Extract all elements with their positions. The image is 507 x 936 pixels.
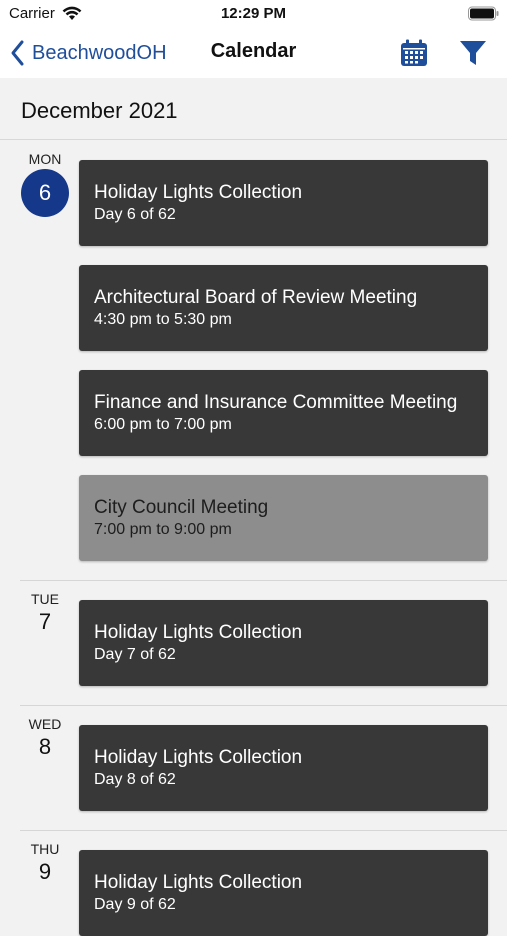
status-time: 12:29 PM	[220, 5, 287, 22]
day-weekday: TUE	[31, 591, 59, 607]
back-label: BeachwoodOH	[32, 41, 167, 64]
day-weekday: MON	[28, 151, 62, 167]
day-label: THU 9	[20, 841, 70, 885]
chevron-left-icon	[11, 40, 24, 66]
event-subtitle: 6:00 pm to 7:00 pm	[94, 416, 232, 433]
month-header: December 2021	[0, 78, 507, 140]
event-card[interactable]: Finance and Insurance Committee Meeting …	[79, 370, 488, 456]
event-title: Holiday Lights Collection	[94, 747, 303, 768]
battery-icon	[468, 6, 499, 21]
day-label: MON 6	[20, 151, 70, 217]
event-title: Holiday Lights Collection	[94, 872, 303, 893]
navigation-bar: BeachwoodOH Calendar	[0, 28, 507, 78]
event-card[interactable]: Holiday Lights Collection Day 9 of 62	[79, 850, 488, 936]
event-title: Architectural Board of Review Meeting	[94, 287, 418, 308]
status-bar: Carrier 12:29 PM	[0, 0, 507, 28]
event-subtitle: 7:00 pm to 9:00 pm	[94, 521, 232, 538]
event-card[interactable]: Holiday Lights Collection Day 7 of 62	[79, 600, 488, 686]
event-title: City Council Meeting	[94, 497, 269, 518]
day-number: 8	[38, 734, 52, 759]
event-card[interactable]: Holiday Lights Collection Day 8 of 62	[79, 725, 488, 811]
calendar-icon[interactable]	[399, 38, 429, 68]
event-card[interactable]: Holiday Lights Collection Day 6 of 62	[79, 160, 488, 246]
day-divider	[20, 705, 507, 706]
day-number-selected: 6	[21, 169, 69, 217]
event-subtitle: 4:30 pm to 5:30 pm	[94, 311, 232, 328]
day-number: 7	[38, 609, 52, 634]
day-number: 9	[38, 859, 52, 884]
event-subtitle: Day 7 of 62	[94, 646, 176, 663]
day-label: TUE 7	[20, 591, 70, 635]
event-title: Holiday Lights Collection	[94, 182, 303, 203]
event-subtitle: Day 8 of 62	[94, 771, 176, 788]
event-title: Holiday Lights Collection	[94, 622, 303, 643]
event-subtitle: Day 9 of 62	[94, 896, 176, 913]
day-divider	[20, 830, 507, 831]
event-card[interactable]: Architectural Board of Review Meeting 4:…	[79, 265, 488, 351]
day-label: WED 8	[20, 716, 70, 760]
month-title: December 2021	[21, 98, 178, 123]
day-weekday: THU	[30, 841, 60, 857]
day-divider	[20, 580, 507, 581]
back-button[interactable]: BeachwoodOH	[8, 36, 167, 70]
event-subtitle: Day 6 of 62	[94, 206, 176, 223]
event-title: Finance and Insurance Committee Meeting	[94, 392, 458, 413]
event-card-muted[interactable]: City Council Meeting 7:00 pm to 9:00 pm	[79, 475, 488, 561]
day-weekday: WED	[28, 716, 62, 732]
filter-icon[interactable]	[458, 39, 488, 67]
